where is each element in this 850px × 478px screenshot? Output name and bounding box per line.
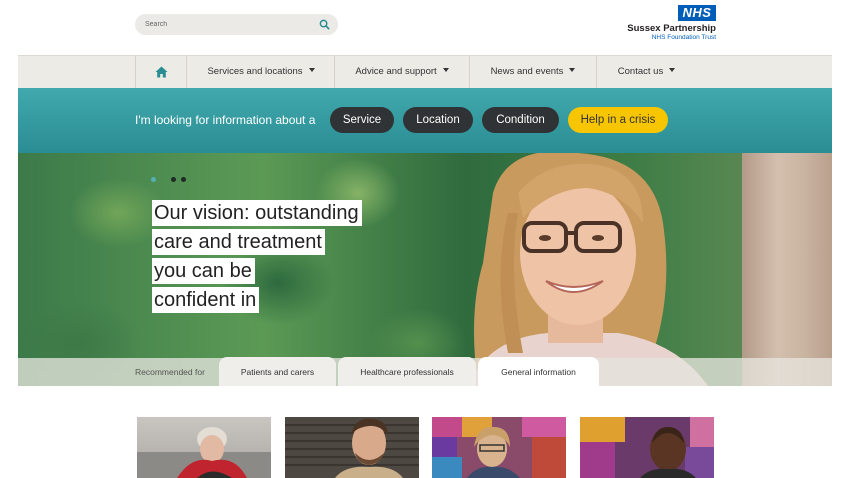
nhs-logo[interactable]: NHS Sussex Partnership NHS Foundation Tr…: [618, 5, 718, 45]
hero-tree-trunk: [742, 153, 832, 386]
hero-carousel[interactable]: Our vision: outstanding care and treatme…: [18, 153, 832, 386]
card-image: [285, 418, 419, 478]
story-card-4[interactable]: [580, 417, 714, 478]
nav-contact[interactable]: Contact us: [597, 56, 696, 88]
story-card-1[interactable]: [137, 417, 271, 478]
help-in-crisis-button[interactable]: Help in a crisis: [568, 107, 668, 133]
chevron-down-icon: [669, 68, 676, 73]
nav-label: Contact us: [617, 66, 664, 77]
story-card-3[interactable]: [432, 417, 566, 478]
search-bar[interactable]: [135, 14, 338, 35]
card-image: [432, 417, 566, 478]
nav-label: Advice and support: [355, 66, 437, 77]
main-nav: Services and locations Advice and suppor…: [18, 55, 832, 88]
nav-advice-support[interactable]: Advice and support: [335, 56, 470, 88]
nav-home[interactable]: [135, 56, 187, 88]
site-header: NHS Sussex Partnership NHS Foundation Tr…: [0, 0, 850, 55]
nav-label: Services and locations: [207, 66, 303, 77]
recommended-label: Recommended for: [135, 367, 205, 377]
carousel-dot[interactable]: [151, 177, 156, 182]
headline-line: care and treatment: [152, 229, 325, 255]
headline-line: Our vision: outstanding: [152, 200, 362, 226]
carousel-dot[interactable]: [171, 177, 176, 182]
org-name: Sussex Partnership: [627, 23, 716, 34]
carousel-dot[interactable]: [181, 177, 186, 182]
service-button[interactable]: Service: [330, 107, 394, 133]
tab-healthcare-professionals[interactable]: Healthcare professionals: [338, 357, 476, 386]
headline-line: you can be: [152, 258, 255, 284]
nav-news-events[interactable]: News and events: [470, 56, 597, 88]
nav-services-locations[interactable]: Services and locations: [188, 56, 335, 88]
search-input[interactable]: [145, 17, 310, 32]
finder-lead-text: I'm looking for information about a: [135, 113, 316, 127]
home-icon: [155, 66, 168, 78]
headline-line: confident in: [152, 287, 260, 313]
location-button[interactable]: Location: [403, 107, 473, 133]
nav-label: News and events: [490, 66, 564, 77]
story-card-2[interactable]: [285, 417, 419, 478]
chevron-down-icon: [442, 68, 449, 73]
chevron-down-icon: [308, 68, 315, 73]
info-finder-bar: I'm looking for information about a Serv…: [18, 88, 832, 153]
trust-name: NHS Foundation Trust: [651, 34, 716, 41]
search-icon[interactable]: [319, 19, 330, 30]
card-image: [137, 427, 271, 478]
card-image: [580, 417, 714, 478]
hero-woman-image: [468, 153, 708, 386]
condition-button[interactable]: Condition: [482, 107, 559, 133]
tab-patients-carers[interactable]: Patients and carers: [219, 357, 336, 386]
hero-headline: Our vision: outstanding care and treatme…: [152, 200, 412, 316]
chevron-down-icon: [569, 68, 576, 73]
nhs-wordmark: NHS: [678, 5, 716, 21]
tab-general-information[interactable]: General information: [478, 357, 599, 386]
